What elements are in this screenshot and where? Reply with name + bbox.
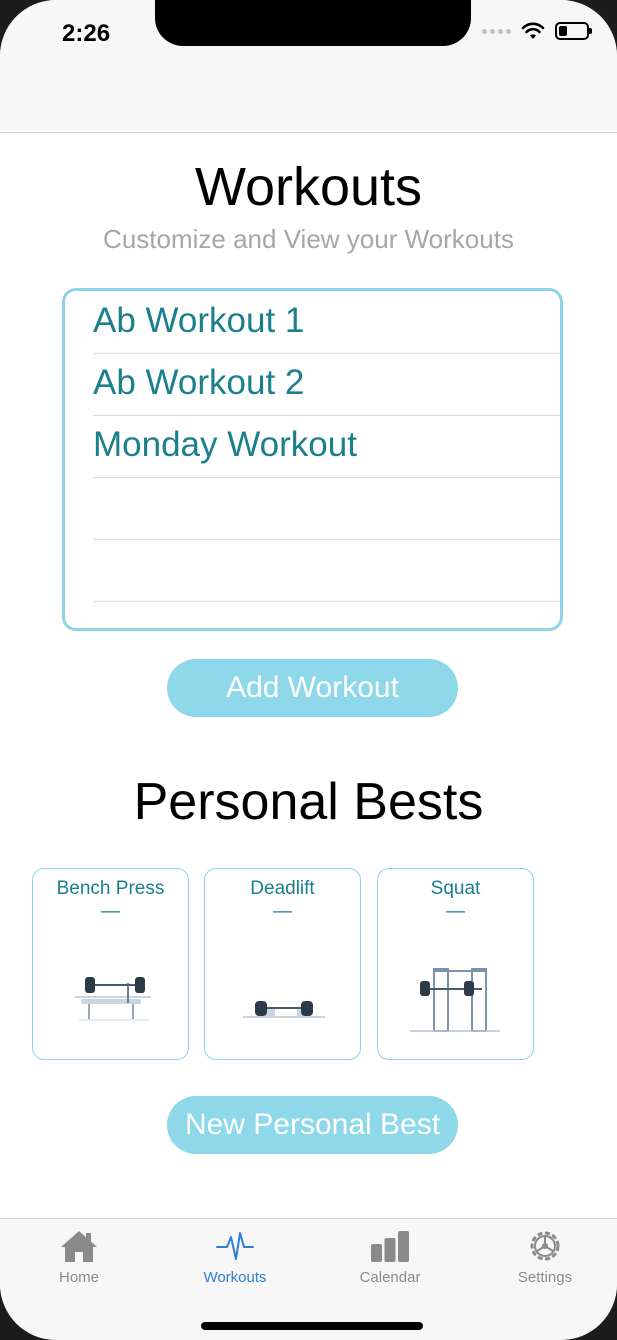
bench-press-icon <box>75 977 151 1021</box>
phone-screen: 2:26 Workouts Customize and View your Wo… <box>0 0 617 1340</box>
tab-calendar[interactable]: Calendar <box>315 1229 465 1286</box>
workout-list[interactable]: Ab Workout 1 Ab Workout 2 Monday Workout <box>62 288 563 631</box>
page-title: Workouts <box>194 157 423 217</box>
page-subtitle: Customize and View your Workouts <box>103 224 514 254</box>
home-icon <box>61 1231 97 1262</box>
squat-rack-icon <box>410 968 500 1032</box>
tab-label: Home <box>58 1269 99 1286</box>
tab-settings[interactable]: Settings <box>470 1229 617 1286</box>
status-time: 2:26 <box>62 20 111 47</box>
bar-chart-icon <box>371 1231 409 1262</box>
heartbeat-icon <box>216 1232 254 1260</box>
card-title: Bench Press <box>56 878 165 899</box>
notch <box>155 0 471 46</box>
deadlift-icon <box>243 1001 325 1018</box>
list-item[interactable]: Ab Workout 1 <box>93 291 560 354</box>
tab-workouts[interactable]: Workouts <box>160 1229 310 1286</box>
list-item[interactable] <box>93 539 560 602</box>
signal-icon <box>482 28 511 34</box>
add-workout-button[interactable]: Add Workout <box>167 659 458 717</box>
status-icons <box>482 22 592 40</box>
tab-home[interactable]: Home <box>4 1229 154 1286</box>
squat-card[interactable]: Squat — <box>377 868 534 1060</box>
bench-press-card[interactable]: Bench Press — <box>32 868 189 1060</box>
new-personal-best-button[interactable]: New Personal Best <box>167 1096 458 1154</box>
gear-icon <box>530 1231 560 1261</box>
personal-bests-title: Personal Bests <box>133 773 484 831</box>
tab-label: Settings <box>517 1269 573 1286</box>
card-title: Deadlift <box>250 878 315 899</box>
card-value: — <box>273 901 292 922</box>
tab-label: Calendar <box>359 1269 421 1286</box>
wifi-icon <box>521 22 545 39</box>
deadlift-card[interactable]: Deadlift — <box>204 868 361 1060</box>
list-item[interactable] <box>93 477 560 540</box>
battery-icon <box>555 22 592 40</box>
card-value: — <box>101 901 120 922</box>
tab-label: Workouts <box>203 1269 267 1286</box>
home-indicator[interactable] <box>201 1322 423 1330</box>
card-value: — <box>446 901 465 922</box>
list-item[interactable]: Ab Workout 2 <box>93 353 560 416</box>
card-title: Squat <box>430 878 481 899</box>
list-item[interactable]: Monday Workout <box>93 415 560 478</box>
